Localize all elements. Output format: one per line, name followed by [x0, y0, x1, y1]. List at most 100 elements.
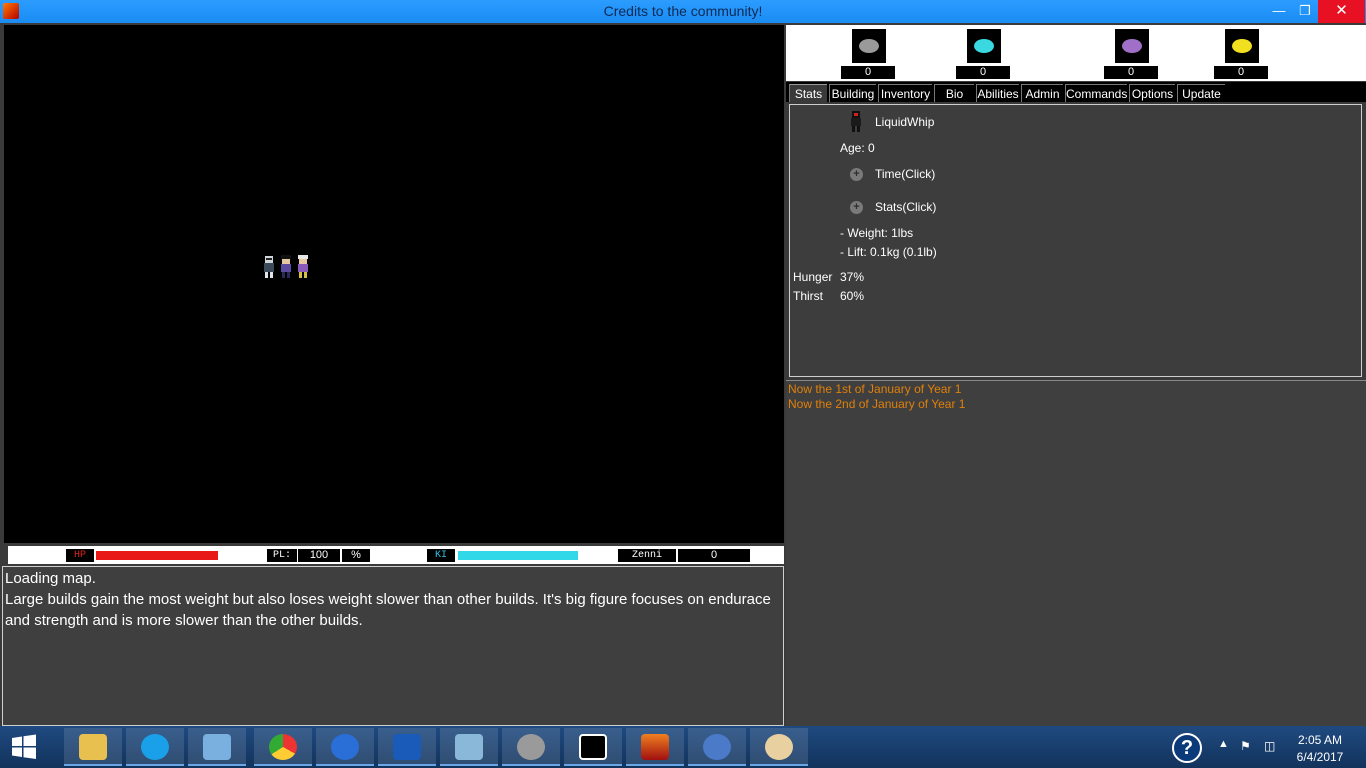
ki-bar	[458, 551, 578, 560]
status-hud: HP PL: 100 % KI Zenni 0	[8, 546, 784, 564]
event-line: Now the 1st of January of Year 1	[788, 382, 962, 396]
resource-amethyst: 0	[1104, 28, 1158, 80]
skype-icon	[141, 734, 169, 760]
resource-gold: 0	[1214, 28, 1268, 80]
pl-value: 100	[298, 549, 340, 562]
expand-icon[interactable]: +	[850, 201, 863, 214]
event-line: Now the 2nd of January of Year 1	[788, 397, 966, 411]
log-line: Loading map.	[5, 570, 96, 587]
player-name: LiquidWhip	[875, 115, 935, 129]
amethyst-gem	[1122, 39, 1142, 53]
clock-date[interactable]: 6/4/2017	[1290, 750, 1350, 764]
zenni-value: 0	[678, 549, 750, 562]
ki-label: KI	[427, 549, 455, 562]
help-icon[interactable]: ?	[1172, 733, 1202, 763]
taskbar-malwarebytes[interactable]	[378, 728, 436, 766]
taskbar-app-star[interactable]	[316, 728, 374, 766]
close-button[interactable]: ✕	[1318, 0, 1365, 23]
expand-icon[interactable]: +	[850, 168, 863, 181]
taskbar-task-manager[interactable]	[440, 728, 498, 766]
monitor-icon	[203, 734, 231, 760]
diamond-resource-icon	[967, 29, 1001, 63]
tab-abilities[interactable]: Abilities	[976, 84, 1019, 102]
taskbar-byond[interactable]	[688, 728, 746, 766]
hunger-label: Hunger	[793, 270, 833, 284]
stats-panel: LiquidWhip Age: 0 + Time(Click) + Stats(…	[789, 104, 1362, 377]
resource-count: 0	[956, 66, 1010, 79]
malwarebytes-icon	[393, 734, 421, 760]
time-link[interactable]: Time(Click)	[875, 167, 935, 181]
action-center-icon[interactable]: ⚑	[1240, 739, 1251, 753]
title-bar[interactable]: Credits to the community! — ❐ ✕	[0, 0, 1366, 23]
taskbar-audio[interactable]	[502, 728, 560, 766]
maximize-button[interactable]: ❐	[1290, 0, 1320, 23]
player-sprites[interactable]	[259, 255, 315, 281]
amethyst-resource-icon	[1115, 29, 1149, 63]
speaker-icon	[517, 734, 545, 760]
tab-bar: Stats Building Inventory Bio Abilities A…	[786, 82, 1366, 102]
diamond-gem	[974, 39, 994, 53]
resource-stone: 0	[841, 28, 895, 80]
right-panel: 0 0 0 0 Stats Building Inventory Bio Abi…	[786, 25, 1366, 726]
thirst-value: 60%	[840, 289, 865, 303]
gold-resource-icon	[1225, 29, 1259, 63]
tab-stats[interactable]: Stats	[789, 84, 827, 102]
taskbar-paint[interactable]	[750, 728, 808, 766]
resource-count: 0	[1214, 66, 1268, 79]
resource-bar: 0 0 0 0	[786, 25, 1366, 81]
performance-icon	[455, 734, 483, 760]
character-sprite[interactable]	[261, 255, 277, 279]
byond-icon	[703, 734, 731, 760]
taskbar: ? ▲ ⚑ ◫ 2:05 AM 6/4/2017	[0, 726, 1366, 768]
message-log[interactable]: Loading map. Large builds gain the most …	[2, 566, 784, 726]
tab-admin[interactable]: Admin	[1021, 84, 1063, 102]
tab-building[interactable]: Building	[829, 84, 876, 102]
character-sprite[interactable]	[278, 255, 294, 279]
taskbar-chrome[interactable]	[254, 728, 312, 766]
chrome-icon	[269, 734, 297, 760]
pl-unit: %	[342, 549, 370, 562]
taskbar-skype[interactable]	[126, 728, 184, 766]
pl-label: PL:	[267, 549, 297, 562]
star-app-icon	[331, 734, 359, 760]
stone-gem	[859, 39, 879, 53]
paint-palette-icon	[765, 734, 793, 760]
clock-time[interactable]: 2:05 AM	[1290, 733, 1350, 747]
resource-count: 0	[841, 66, 895, 79]
weight-stat: - Weight: 1lbs	[840, 226, 914, 240]
tab-update[interactable]: Update	[1177, 84, 1225, 102]
ki-bar-fill	[458, 551, 578, 560]
folder-icon	[79, 734, 107, 760]
taskbar-remote-desktop[interactable]	[188, 728, 246, 766]
show-hidden-icons[interactable]: ▲	[1218, 738, 1229, 750]
network-icon[interactable]: ◫	[1264, 739, 1275, 753]
tab-bio[interactable]: Bio	[934, 84, 974, 102]
taskbar-game[interactable]	[626, 728, 684, 766]
taskbar-7zip[interactable]	[564, 728, 622, 766]
character-sprite[interactable]	[295, 255, 311, 279]
log-line: Large builds gain the most weight but al…	[5, 591, 771, 629]
hunger-value: 37%	[840, 270, 865, 284]
windows-start-icon[interactable]	[0, 726, 48, 768]
tab-options[interactable]: Options	[1129, 84, 1175, 102]
lift-stat: - Lift: 0.1kg (0.1lb)	[840, 245, 937, 259]
archive-icon	[579, 734, 607, 760]
event-log[interactable]: Now the 1st of January of Year 1 Now the…	[786, 380, 1366, 726]
resource-count: 0	[1104, 66, 1158, 79]
game-map-view[interactable]	[4, 25, 784, 543]
zenni-label: Zenni	[618, 549, 676, 562]
tab-commands[interactable]: Commands	[1065, 84, 1127, 102]
hp-label: HP	[66, 549, 94, 562]
window-title: Credits to the community!	[603, 3, 763, 19]
player-age: Age: 0	[840, 141, 875, 155]
hp-bar	[96, 551, 218, 560]
tab-inventory[interactable]: Inventory	[878, 84, 932, 102]
stone-resource-icon	[852, 29, 886, 63]
resource-diamond: 0	[956, 28, 1010, 80]
player-avatar	[851, 111, 861, 132]
hp-bar-fill	[96, 551, 218, 560]
stats-link[interactable]: Stats(Click)	[875, 200, 936, 214]
game-icon	[641, 734, 669, 760]
taskbar-file-explorer[interactable]	[64, 728, 122, 766]
thirst-label: Thirst	[793, 289, 823, 303]
